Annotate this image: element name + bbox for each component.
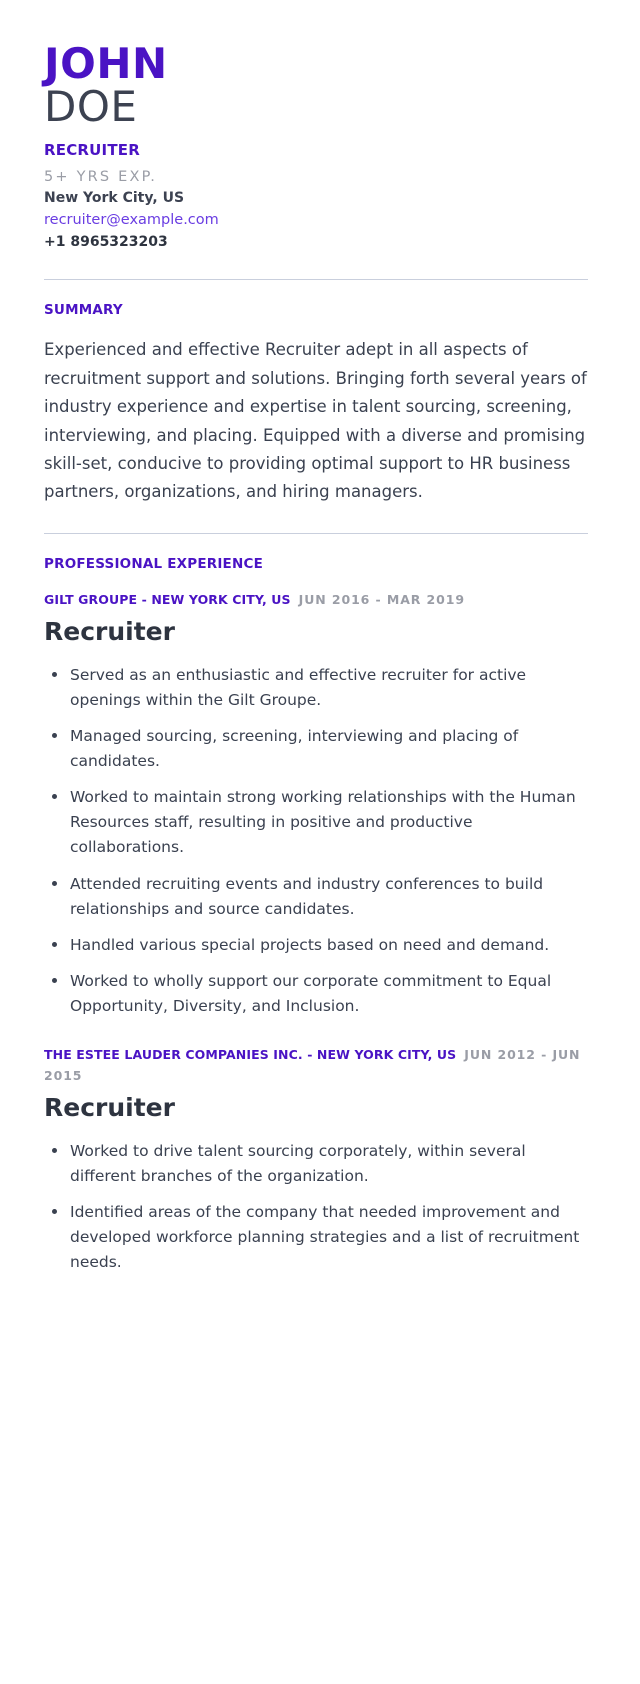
summary-section-title: SUMMARY [44, 302, 123, 319]
list-item: Worked to drive talent sourcing corporat… [48, 1139, 588, 1189]
experience-entry-meta: GILT GROUPE - NEW YORK CITY, US JUN 2016 … [44, 590, 588, 611]
list-item: Worked to wholly support our corporate c… [48, 969, 588, 1019]
experience-section: PROFESSIONAL EXPERIENCE GILT GROUPE - NE… [44, 534, 588, 1276]
candidate-name: JOHN DOE [44, 39, 588, 132]
experience-bullet-list: Served as an enthusiastic and effective … [44, 663, 588, 1019]
experience-bullet-list: Worked to drive talent sourcing corporat… [44, 1139, 588, 1276]
list-item: Served as an enthusiastic and effective … [48, 663, 588, 713]
experience-section-title: PROFESSIONAL EXPERIENCE [44, 555, 264, 572]
list-item: Handled various special projects based o… [48, 933, 588, 958]
list-item: Attended recruiting events and industry … [48, 872, 588, 922]
first-name: JOHN [44, 39, 168, 88]
contact-email[interactable]: recruiter@example.com [44, 209, 588, 231]
experience-company: GILT GROUPE - NEW YORK CITY, US [44, 591, 291, 607]
experience-job-title: Recruiter [44, 617, 175, 647]
resume-header: JOHN DOE RECRUITER 5+ YRS EXP. New York … [44, 39, 588, 253]
summary-section: SUMMARY Experienced and effective Recrui… [44, 280, 588, 506]
experience-entry: GILT GROUPE - NEW YORK CITY, US JUN 2016 … [44, 590, 588, 1019]
experience-dates: JUN 2016 - MAR 2019 [298, 591, 465, 607]
contact-phone: +1 8965323203 [44, 234, 168, 251]
summary-text: Experienced and effective Recruiter adep… [44, 340, 587, 502]
experience-entry: THE ESTEE LAUDER COMPANIES INC. - NEW YO… [44, 1045, 588, 1275]
years-experience: 5+ YRS EXP. [44, 169, 158, 186]
experience-job-title: Recruiter [44, 1093, 175, 1123]
list-item: Identified areas of the company that nee… [48, 1200, 588, 1275]
list-item: Managed sourcing, screening, interviewin… [48, 724, 588, 774]
list-item: Worked to maintain strong working relati… [48, 785, 588, 860]
last-name: DOE [44, 82, 138, 132]
candidate-role: RECRUITER [44, 141, 140, 160]
contact-location: New York City, US [44, 190, 185, 207]
contact-list: 5+ YRS EXP. New York City, US recruiter@… [44, 167, 588, 253]
experience-entry-meta: THE ESTEE LAUDER COMPANIES INC. - NEW YO… [44, 1045, 588, 1086]
experience-company: THE ESTEE LAUDER COMPANIES INC. - NEW YO… [44, 1047, 457, 1063]
resume-page: JOHN DOE RECRUITER 5+ YRS EXP. New York … [0, 0, 640, 1684]
